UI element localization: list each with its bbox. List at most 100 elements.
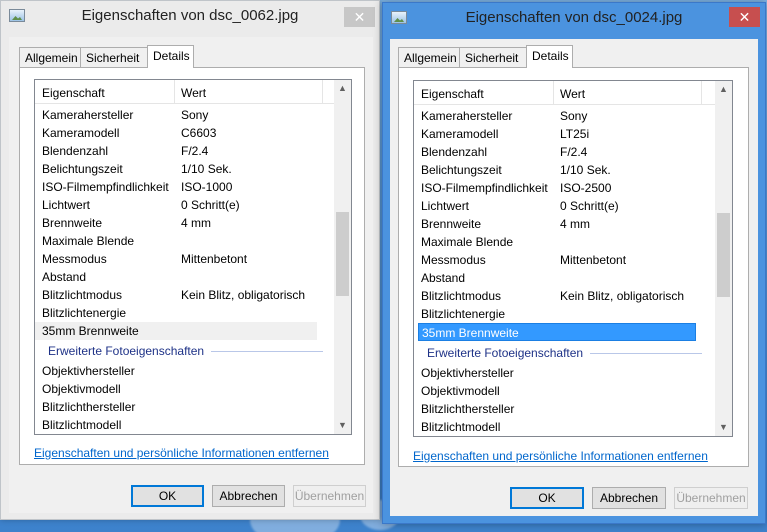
property-row[interactable]: Objektivmodell: [414, 382, 696, 400]
property-row[interactable]: Brennweite 4 mm: [35, 214, 317, 232]
property-value: Sony: [560, 109, 588, 123]
property-row[interactable]: Kameramodell C6603: [35, 124, 317, 142]
property-value: F/2.4: [181, 144, 209, 158]
remove-properties-link[interactable]: Eigenschaften und persönliche Informatio…: [413, 449, 708, 463]
scroll-up-icon[interactable]: ▲: [715, 81, 732, 98]
property-row[interactable]: Blendenzahl F/2.4: [35, 142, 317, 160]
property-row[interactable]: ISO-Filmempfindlichkeit ISO-1000: [35, 178, 317, 196]
property-row[interactable]: ISO-Filmempfindlichkeit ISO-2500: [414, 179, 696, 197]
property-name: Blitzlichthersteller: [42, 400, 136, 414]
column-divider[interactable]: [701, 81, 702, 105]
ok-button[interactable]: OK: [510, 487, 584, 509]
title-bar[interactable]: Eigenschaften von dsc_0024.jpg ✕: [383, 3, 765, 33]
property-row[interactable]: Blitzlichtmodell: [414, 418, 696, 436]
tab-sicherheit[interactable]: Sicherheit: [459, 47, 527, 67]
property-row[interactable]: Blitzlichthersteller: [35, 398, 317, 416]
column-header-value[interactable]: Wert: [181, 86, 206, 100]
column-header-property[interactable]: Eigenschaft: [421, 87, 484, 101]
property-list[interactable]: Eigenschaft Wert Kamerahersteller Sony Ka…: [413, 80, 733, 437]
property-row[interactable]: Blitzlichtmodus Kein Blitz, obligatorisch: [35, 286, 317, 304]
tab-details[interactable]: Details: [526, 45, 573, 68]
property-value: 1/10 Sek.: [560, 163, 611, 177]
property-row[interactable]: Kameramodell LT25i: [414, 125, 696, 143]
property-row[interactable]: Abstand: [35, 268, 317, 286]
property-name: ISO-Filmempfindlichkeit: [42, 180, 169, 194]
property-row[interactable]: Maximale Blende: [414, 233, 696, 251]
cancel-button[interactable]: Abbrechen: [212, 485, 285, 507]
property-value: ISO-2500: [560, 181, 612, 195]
property-row[interactable]: Blitzlichtmodus Kein Blitz, obligatorisch: [414, 287, 696, 305]
vertical-scrollbar[interactable]: ▲ ▼: [715, 81, 732, 436]
apply-button[interactable]: Übernehmen: [674, 487, 748, 509]
property-name: Belichtungszeit: [421, 163, 502, 177]
column-divider[interactable]: [322, 80, 323, 104]
property-row[interactable]: Maximale Blende: [35, 232, 317, 250]
property-row[interactable]: Kamerahersteller Sony: [414, 107, 696, 125]
column-divider[interactable]: [174, 80, 175, 104]
property-value: Mittenbetont: [560, 253, 627, 267]
property-name: Maximale Blende: [421, 235, 514, 249]
column-divider[interactable]: [553, 81, 554, 105]
property-row-focused[interactable]: 35mm Brennweite: [35, 322, 317, 340]
property-name: Blitzlichtenergie: [421, 307, 506, 321]
scroll-down-icon[interactable]: ▼: [715, 419, 732, 436]
group-heading: Erweiterte Fotoeigenschaften: [35, 342, 335, 360]
property-row[interactable]: Blitzlichtenergie: [414, 305, 696, 323]
property-row[interactable]: Objektivhersteller: [35, 362, 317, 380]
property-name: Kameramodell: [421, 127, 499, 141]
property-name: Lichtwert: [42, 198, 91, 212]
property-value: ISO-1000: [181, 180, 233, 194]
property-row[interactable]: Kamerahersteller Sony: [35, 106, 317, 124]
apply-button[interactable]: Übernehmen: [293, 485, 366, 507]
close-button[interactable]: ✕: [729, 7, 760, 27]
property-name: Maximale Blende: [42, 234, 135, 248]
scroll-thumb[interactable]: [717, 213, 730, 297]
tab-allgemein[interactable]: Allgemein: [398, 47, 460, 67]
close-button[interactable]: ✕: [344, 7, 375, 27]
column-header-property[interactable]: Eigenschaft: [42, 86, 105, 100]
property-name: Brennweite: [42, 216, 103, 230]
property-row[interactable]: Messmodus Mittenbetont: [414, 251, 696, 269]
property-name: Blitzlichthersteller: [421, 402, 515, 416]
scroll-up-icon[interactable]: ▲: [334, 80, 351, 97]
property-row[interactable]: Blitzlichtenergie: [35, 304, 317, 322]
property-value: F/2.4: [560, 145, 588, 159]
property-list[interactable]: Eigenschaft Wert Kamerahersteller Sony Ka…: [34, 79, 352, 435]
property-row[interactable]: Objektivhersteller: [414, 364, 696, 382]
property-name: Messmodus: [421, 253, 486, 267]
scroll-thumb[interactable]: [336, 212, 349, 296]
property-row-selected[interactable]: 35mm Brennweite: [418, 323, 696, 341]
property-row[interactable]: Messmodus Mittenbetont: [35, 250, 317, 268]
tab-details[interactable]: Details: [147, 45, 194, 68]
properties-window-1[interactable]: Eigenschaften von dsc_0062.jpg ✕ Allgeme…: [0, 0, 380, 520]
property-row[interactable]: Lichtwert 0 Schritt(e): [414, 197, 696, 215]
tab-allgemein[interactable]: Allgemein: [19, 47, 81, 67]
window-title: Eigenschaften von dsc_0024.jpg: [465, 9, 683, 26]
property-name: Objektivmodell: [421, 384, 500, 398]
property-name: Blendenzahl: [42, 144, 109, 158]
property-row[interactable]: Blitzlichtmodell: [35, 416, 317, 434]
scroll-down-icon[interactable]: ▼: [334, 417, 351, 434]
property-value: LT25i: [560, 127, 590, 141]
column-header-value[interactable]: Wert: [560, 87, 585, 101]
property-value: 0 Schritt(e): [181, 198, 240, 212]
cancel-button[interactable]: Abbrechen: [592, 487, 666, 509]
property-row[interactable]: Abstand: [414, 269, 696, 287]
ok-button[interactable]: OK: [131, 485, 204, 507]
vertical-scrollbar[interactable]: ▲ ▼: [334, 80, 351, 434]
list-header: Eigenschaft Wert: [35, 80, 334, 104]
properties-window-2[interactable]: Eigenschaften von dsc_0024.jpg ✕ Allgeme…: [382, 2, 766, 524]
property-row[interactable]: Blendenzahl F/2.4: [414, 143, 696, 161]
remove-properties-link[interactable]: Eigenschaften und persönliche Informatio…: [34, 446, 329, 460]
tab-sicherheit[interactable]: Sicherheit: [80, 47, 148, 67]
group-heading: Erweiterte Fotoeigenschaften: [414, 344, 714, 362]
property-row[interactable]: Brennweite 4 mm: [414, 215, 696, 233]
property-row[interactable]: Objektivmodell: [35, 380, 317, 398]
property-row[interactable]: Lichtwert 0 Schritt(e): [35, 196, 317, 214]
property-row[interactable]: Belichtungszeit 1/10 Sek.: [414, 161, 696, 179]
property-value: Kein Blitz, obligatorisch: [181, 288, 306, 302]
property-row[interactable]: Blitzlichthersteller: [414, 400, 696, 418]
property-row[interactable]: Belichtungszeit 1/10 Sek.: [35, 160, 317, 178]
title-bar[interactable]: Eigenschaften von dsc_0062.jpg ✕: [1, 1, 379, 31]
property-name: Belichtungszeit: [42, 162, 123, 176]
